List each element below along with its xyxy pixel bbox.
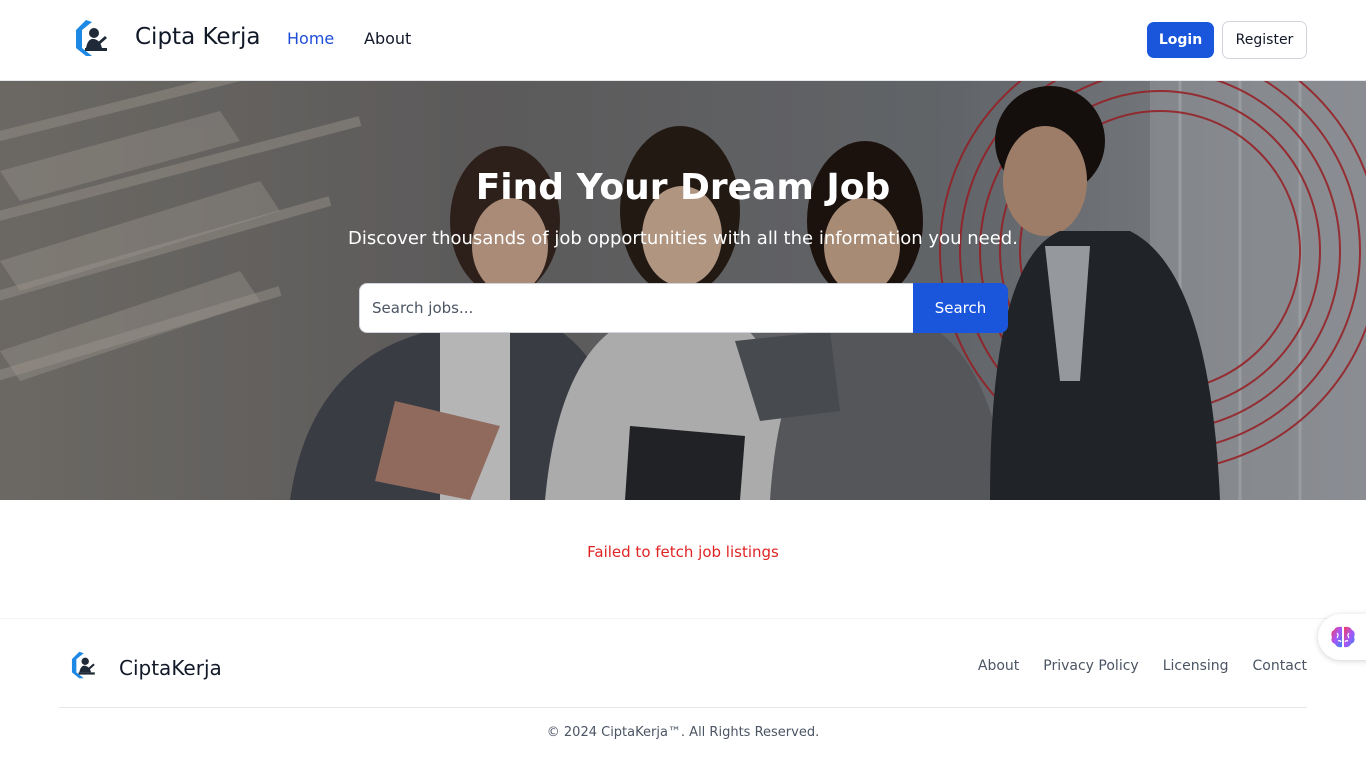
job-search-form: Search: [359, 283, 1008, 333]
brain-icon: [1331, 626, 1355, 648]
footer-link-privacy-policy[interactable]: Privacy Policy: [1043, 658, 1138, 674]
register-button[interactable]: Register: [1222, 21, 1307, 59]
search-button[interactable]: Search: [913, 283, 1008, 333]
footer-brand-logo-icon: [71, 651, 95, 679]
hero-subtitle: Discover thousands of job opportunities …: [348, 228, 1018, 249]
hero-title: Find Your Dream Job: [475, 167, 891, 208]
nav-about-link[interactable]: About: [364, 29, 411, 48]
navbar: Cipta Kerja Home About Login Register: [0, 0, 1366, 81]
footer-link-contact[interactable]: Contact: [1253, 658, 1307, 674]
job-search-input[interactable]: [359, 283, 913, 333]
footer-top-border: [0, 618, 1366, 619]
brand-link[interactable]: Cipta Kerja: [72, 18, 261, 58]
footer-link-licensing[interactable]: Licensing: [1163, 658, 1229, 674]
footer-link-about[interactable]: About: [978, 658, 1019, 674]
footer-divider: [59, 707, 1307, 708]
footer-brand-link[interactable]: CiptaKerja: [69, 650, 222, 680]
nav-home-link[interactable]: Home: [287, 29, 334, 48]
login-button[interactable]: Login: [1147, 22, 1214, 58]
footer-brand-name: CiptaKerja: [119, 656, 222, 680]
floating-assistant-button[interactable]: [1318, 614, 1366, 660]
footer-nav: About Privacy Policy Licensing Contact: [978, 658, 1307, 674]
brand-logo-icon: [76, 20, 107, 56]
copyright-text: © 2024 CiptaKerja™. All Rights Reserved.: [546, 725, 820, 740]
job-listings-error-message: Failed to fetch job listings: [587, 543, 779, 561]
brand-name: Cipta Kerja: [135, 24, 261, 50]
hero-section: Find Your Dream Job Discover thousands o…: [0, 81, 1366, 500]
